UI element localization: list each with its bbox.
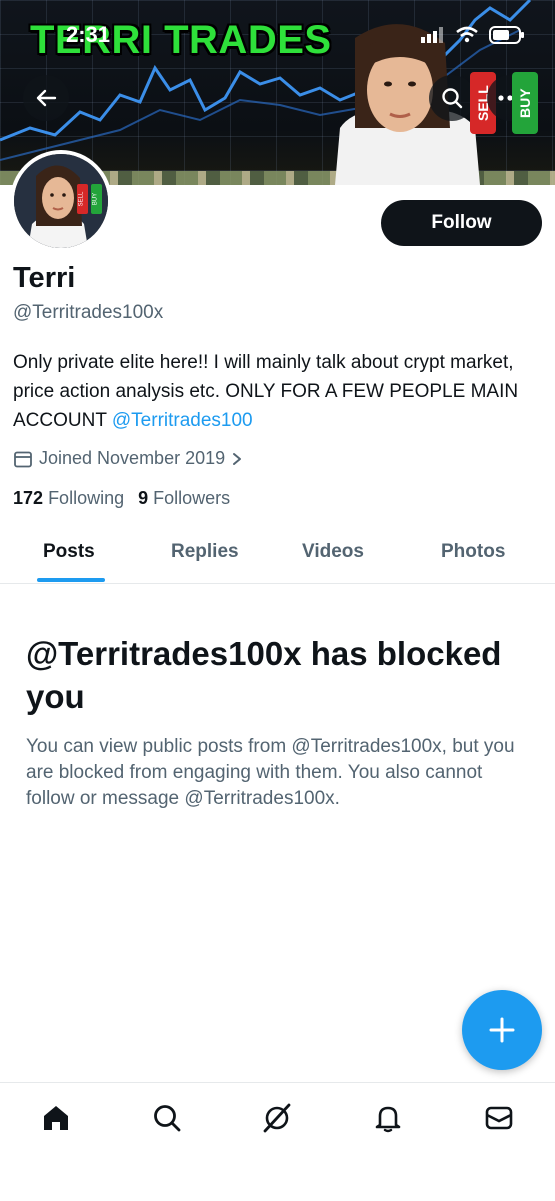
- blocked-description: You can view public posts from @Territra…: [26, 736, 515, 809]
- following-link[interactable]: 172 Following: [13, 488, 124, 509]
- tab-videos[interactable]: Videos: [302, 541, 364, 563]
- bio-text: Only private elite here!! I will mainly …: [13, 352, 519, 431]
- calendar-icon: [14, 451, 32, 467]
- profile-name: Terri: [13, 262, 76, 294]
- home-icon[interactable]: [41, 1103, 71, 1133]
- search-profile-button[interactable]: [429, 75, 475, 121]
- battery-icon: [489, 26, 524, 44]
- signal-icon: [421, 27, 443, 43]
- search-icon: [442, 88, 463, 109]
- tab-replies[interactable]: Replies: [171, 541, 239, 563]
- plus-icon: [489, 1017, 515, 1043]
- wifi-icon: [456, 26, 478, 43]
- follow-button[interactable]: Follow: [381, 200, 542, 246]
- bio-mention-link[interactable]: @Territrades100: [112, 410, 253, 431]
- banner-buy-tag: BUY: [512, 72, 538, 134]
- avatar[interactable]: SELL BUY: [10, 150, 112, 252]
- avatar-sell-text: SELL: [79, 191, 85, 206]
- avatar-photo: SELL BUY: [14, 154, 108, 248]
- profile-tabs: Posts Replies Videos Photos: [0, 525, 555, 584]
- followers-count: 9: [138, 488, 149, 508]
- compose-button[interactable]: [462, 990, 542, 1070]
- tab-posts[interactable]: Posts: [43, 541, 95, 563]
- back-button[interactable]: [23, 75, 69, 121]
- profile-handle: @Territrades100x: [13, 302, 164, 323]
- chevron-right-icon: [233, 452, 242, 465]
- profile-bio: Only private elite here!! I will mainly …: [13, 348, 543, 435]
- grok-icon[interactable]: [262, 1103, 292, 1133]
- messages-icon[interactable]: [484, 1103, 514, 1133]
- status-icons: [421, 26, 525, 44]
- following-count: 172: [13, 488, 44, 508]
- followers-label: Followers: [153, 488, 231, 508]
- joined-date-row[interactable]: Joined November 2019: [13, 448, 243, 469]
- avatar-portrait: SELL BUY: [14, 154, 108, 248]
- blocked-title: @Territrades100x has blocked you: [26, 635, 502, 715]
- back-arrow-icon: [36, 89, 57, 107]
- follow-stats: 172 Following 9 Followers: [13, 488, 230, 509]
- active-tab-indicator: [37, 578, 105, 582]
- status-time: 2:31: [66, 22, 111, 47]
- bottom-navigation: [0, 1082, 555, 1201]
- avatar-buy-text: BUY: [93, 193, 99, 205]
- notifications-icon[interactable]: [373, 1103, 403, 1133]
- tab-photos[interactable]: Photos: [441, 541, 505, 563]
- search-icon[interactable]: [152, 1103, 182, 1133]
- following-label: Following: [48, 488, 125, 508]
- followers-link[interactable]: 9 Followers: [138, 488, 230, 509]
- joined-date: Joined November 2019: [39, 448, 226, 468]
